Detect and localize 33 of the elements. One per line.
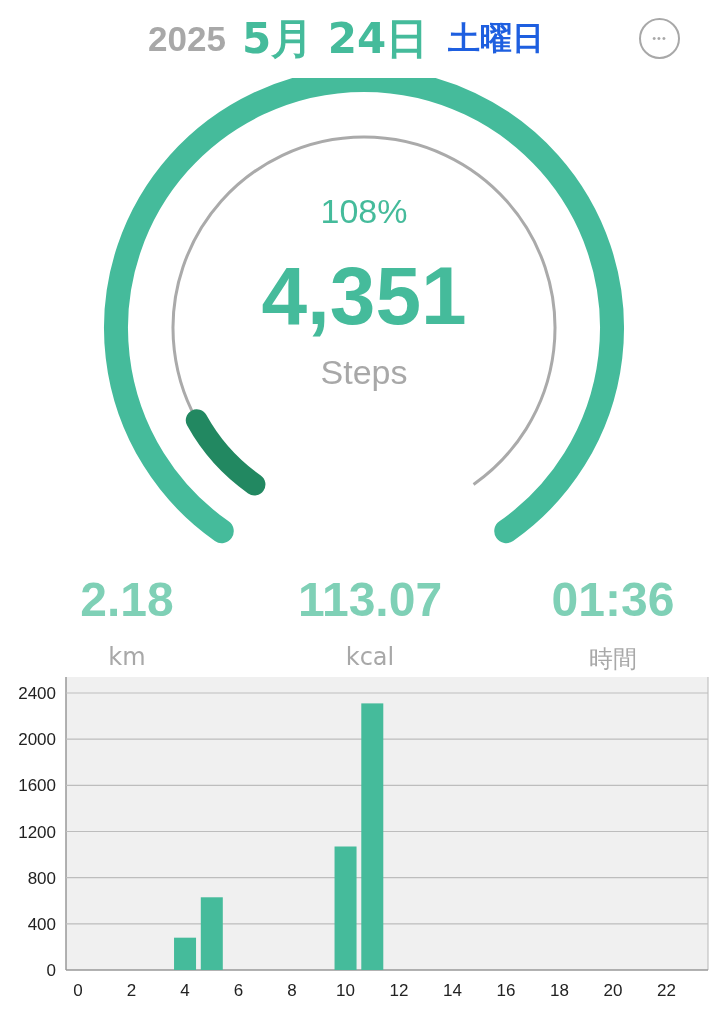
bar: [174, 937, 197, 970]
y-tick-label: 0: [46, 961, 56, 980]
y-tick-label: 800: [27, 868, 56, 888]
y-tick-label: 2400: [18, 684, 56, 703]
date-text: 5月 24日: [241, 13, 429, 65]
percent-text: 108%: [320, 192, 408, 231]
y-tick-label: 1600: [18, 776, 56, 796]
x-tick-label: 8: [287, 981, 297, 1000]
steps-label: Steps: [320, 353, 408, 392]
stat-value: 113.07: [297, 574, 443, 627]
x-tick-label: 16: [496, 981, 516, 1000]
year-text: 2025: [148, 19, 226, 59]
x-tick-label: 4: [180, 981, 190, 1000]
x-tick-label: 12: [389, 981, 409, 1000]
y-tick-label: 2000: [18, 730, 56, 750]
x-tick-label: 10: [336, 981, 355, 1000]
stat-unit: kcal: [345, 642, 395, 671]
x-tick-label: 6: [233, 981, 244, 1000]
weekday-text: 土曜日: [448, 18, 545, 59]
y-tick-label: 1200: [18, 822, 56, 842]
stat-value: 2.18: [80, 574, 174, 627]
stat-value: 01:36: [551, 574, 675, 627]
more-button[interactable]: •••: [639, 18, 680, 59]
x-tick-label: 20: [603, 981, 623, 1000]
stat-unit: km: [108, 642, 146, 671]
x-tick-label: 22: [657, 981, 676, 1000]
y-tick-label: 400: [27, 914, 56, 934]
x-tick-label: 0: [73, 981, 83, 1000]
x-tick-label: 14: [443, 981, 462, 1000]
x-tick-label: 2: [126, 981, 137, 1000]
steps-count: 4,351: [261, 255, 467, 337]
x-tick-label: 18: [550, 981, 569, 1000]
stat-unit: 時間: [589, 643, 637, 675]
